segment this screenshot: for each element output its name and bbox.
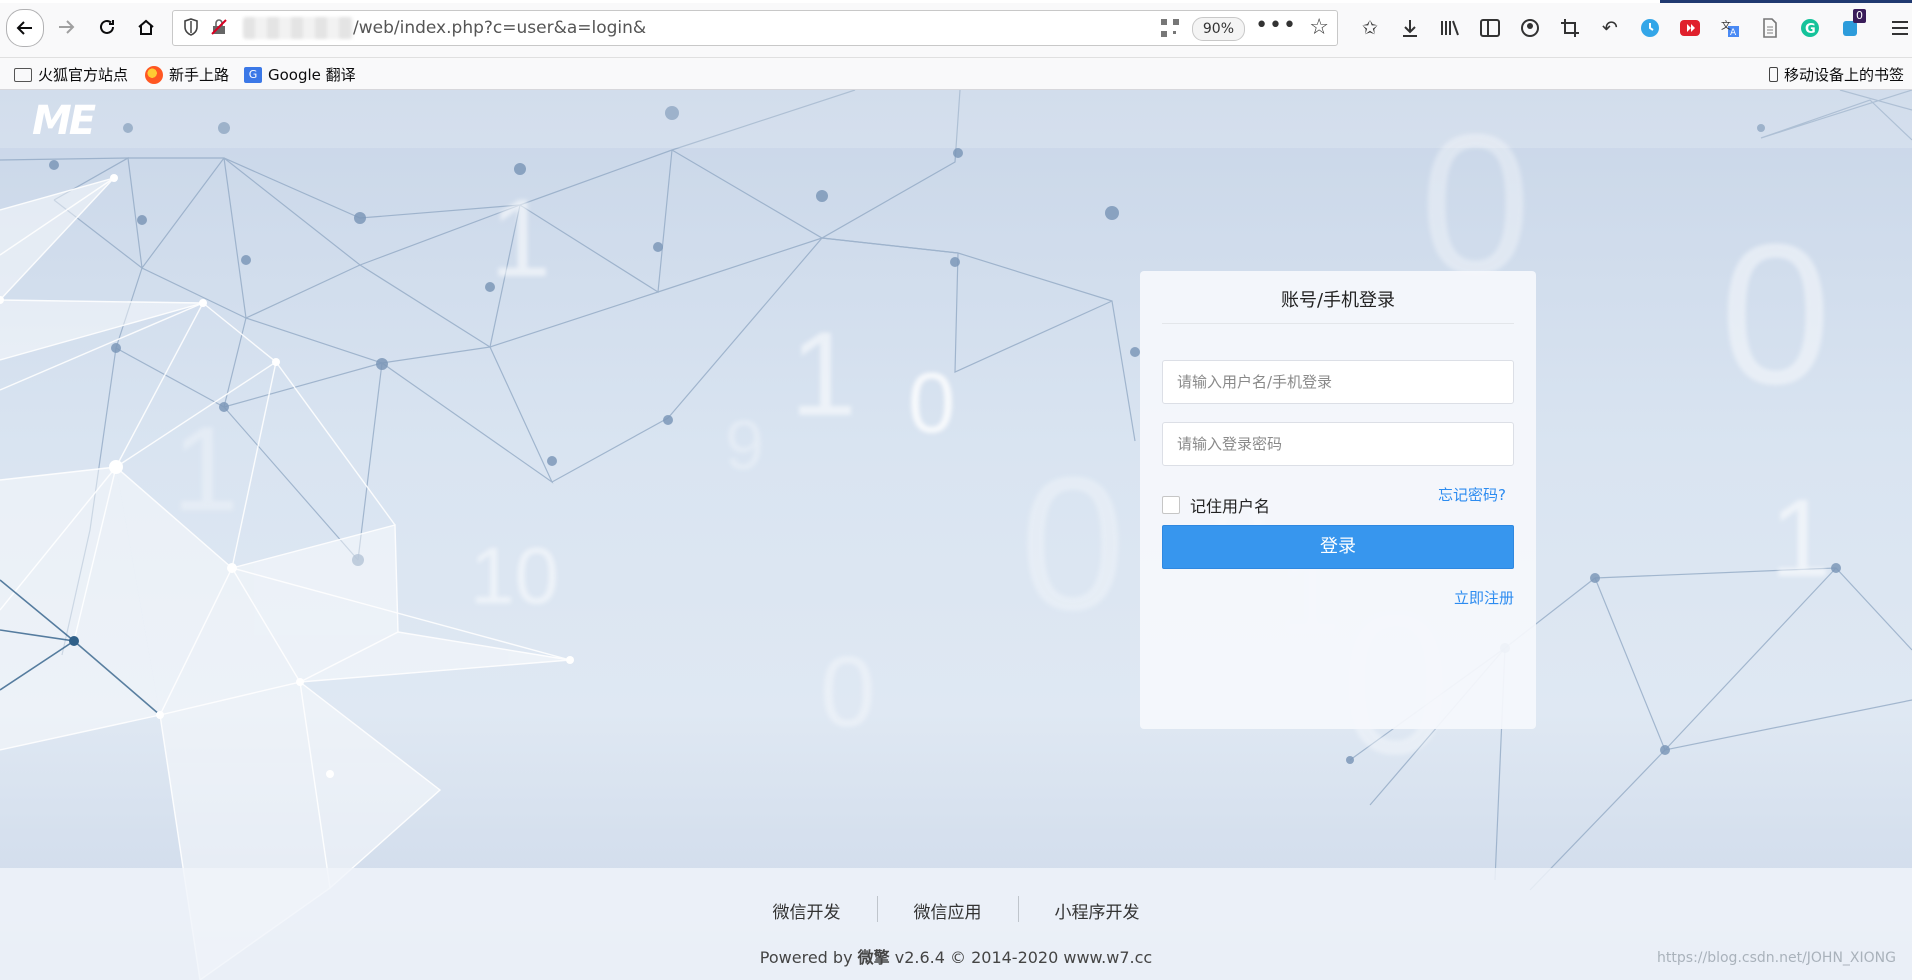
undo-icon[interactable]: ↶	[1590, 13, 1630, 43]
page-footer: 微信开发 微信应用 小程序开发 Powered by 微擎 v2.6.4 © 2…	[0, 868, 1912, 980]
clock-extension-icon[interactable]	[1630, 13, 1670, 43]
svg-text:G: G	[1805, 22, 1816, 37]
translate-extension-icon[interactable]: 文A	[1710, 13, 1750, 43]
footer-link-wechat-dev[interactable]: 微信开发	[737, 898, 877, 923]
bookmark-firefox-site[interactable]: 火狐官方站点	[14, 64, 128, 85]
screenshot-icon[interactable]	[1550, 13, 1590, 43]
copyright-brand[interactable]: 微擎	[858, 948, 890, 967]
notification-badge: 0	[1853, 9, 1866, 23]
reload-icon	[100, 19, 114, 34]
bg-digit: 1	[1770, 477, 1832, 600]
folder-icon	[14, 68, 32, 82]
login-card: 账号/手机登录 记住用户名 忘记密码? 登录 立即注册	[1140, 271, 1536, 729]
header-strip	[0, 90, 1912, 148]
bookmark-label: 火狐官方站点	[38, 66, 129, 84]
bookmark-star-icon[interactable]: ☆	[1309, 15, 1329, 40]
site-logo[interactable]: ME	[32, 98, 96, 144]
document-icon[interactable]	[1750, 13, 1790, 43]
footer-link-miniprogram-dev[interactable]: 小程序开发	[1019, 898, 1176, 923]
bg-digit: 0	[1720, 203, 1832, 426]
notification-extension-icon[interactable]: 0	[1830, 9, 1870, 43]
reload-button[interactable]	[90, 10, 124, 44]
sidebar-icon[interactable]	[1470, 13, 1510, 43]
google-translate-icon: G	[244, 66, 262, 83]
tab-strip-edge	[0, 0, 1912, 3]
network-background	[0, 90, 1912, 980]
login-title: 账号/手机登录	[1162, 271, 1514, 324]
bookmark-label: 新手上路	[169, 66, 230, 84]
forgot-password-link[interactable]: 忘记密码?	[1438, 484, 1506, 505]
forward-arrow-icon	[59, 20, 75, 34]
copyright-suffix: v2.6.4 © 2014-2020 www.w7.cc	[889, 948, 1153, 967]
library-icon[interactable]	[1430, 13, 1470, 43]
bg-digit: 0	[908, 356, 956, 451]
password-input[interactable]	[1162, 422, 1514, 466]
bg-digit: 9	[725, 406, 764, 484]
download-icon[interactable]	[1390, 13, 1430, 43]
bg-digit: 0	[820, 636, 876, 748]
login-page: 1 1 0 9 1 10 0 0 1 0 0 0 1 0 ME 账号/手机登录 …	[0, 90, 1912, 980]
bookmark-getting-started[interactable]: 新手上路	[145, 64, 229, 85]
svg-text:A: A	[1730, 28, 1737, 38]
bg-digit: 0	[1020, 438, 1126, 650]
bg-digit: 1	[490, 177, 552, 300]
back-arrow-icon	[16, 21, 32, 35]
home-icon	[138, 19, 154, 35]
bg-digit: 1	[172, 402, 239, 536]
footer-link-wechat-apps[interactable]: 微信应用	[878, 898, 1018, 923]
bookmark-label: Google 翻译	[268, 66, 356, 84]
register-link[interactable]: 立即注册	[1454, 587, 1514, 608]
phone-icon	[1768, 67, 1778, 82]
insecure-connection-icon[interactable]	[209, 18, 229, 38]
toolbar-extensions: ✩ ↶ 文A G 0	[1350, 9, 1912, 43]
mobile-bookmarks-label: 移动设备上的书签	[1783, 66, 1904, 84]
shield-icon[interactable]	[181, 18, 201, 38]
qr-code-icon[interactable]	[1161, 19, 1179, 37]
menu-icon[interactable]	[1870, 13, 1912, 43]
login-button[interactable]: 登录	[1162, 525, 1514, 569]
back-button[interactable]	[6, 9, 44, 47]
url-bar[interactable]: /web/index.php?c=user&a=login& 90% ••• ☆	[172, 10, 1338, 46]
username-input[interactable]	[1162, 360, 1514, 404]
copyright-prefix: Powered by	[759, 948, 858, 967]
bg-digit: 1	[790, 307, 857, 441]
forward-button[interactable]	[49, 10, 83, 44]
firefox-icon	[145, 65, 163, 84]
url-text[interactable]: /web/index.php?c=user&a=login&	[353, 18, 646, 38]
remember-username[interactable]: 记住用户名	[1162, 493, 1270, 517]
csdn-watermark: https://blog.csdn.net/JOHN_XIONG	[1657, 950, 1896, 966]
account-icon[interactable]	[1510, 13, 1550, 43]
remember-label: 记住用户名	[1190, 497, 1271, 516]
footer-links: 微信开发 微信应用 小程序开发	[0, 896, 1912, 923]
zoom-level-badge[interactable]: 90%	[1191, 17, 1245, 41]
grammarly-icon[interactable]: G	[1790, 13, 1830, 43]
remember-checkbox[interactable]	[1162, 496, 1180, 514]
bookmarks-bar: 火狐官方站点 新手上路 G Google 翻译 移动设备上的书签	[0, 58, 1912, 90]
home-button[interactable]	[129, 10, 163, 44]
redacted-host	[243, 17, 353, 39]
browser-toolbar: /web/index.php?c=user&a=login& 90% ••• ☆…	[0, 0, 1912, 58]
page-actions-icon[interactable]: •••	[1255, 13, 1297, 38]
reading-list-icon[interactable]: ✩	[1350, 13, 1390, 43]
video-extension-icon[interactable]	[1670, 13, 1710, 43]
bg-digit: 10	[470, 531, 559, 620]
bookmark-google-translate[interactable]: G Google 翻译	[244, 64, 356, 85]
copyright: Powered by 微擎 v2.6.4 © 2014-2020 www.w7.…	[0, 944, 1912, 968]
mobile-bookmarks[interactable]: 移动设备上的书签	[1768, 64, 1904, 85]
